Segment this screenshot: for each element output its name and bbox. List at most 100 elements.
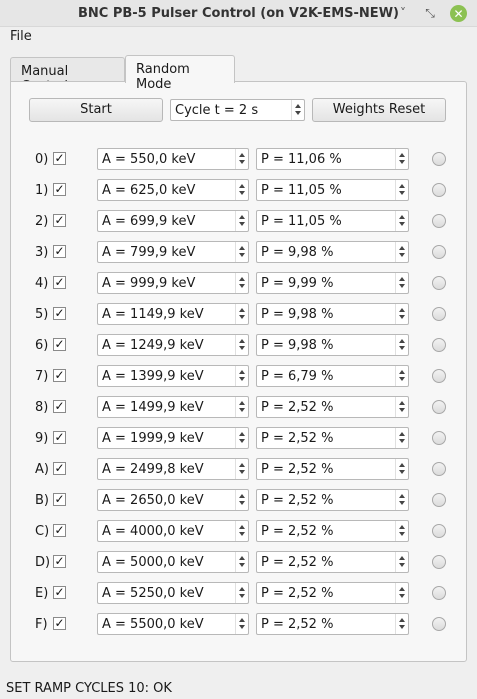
tab-random-mode[interactable]: Random Mode [125,55,235,92]
spin-down-icon[interactable] [399,439,405,443]
tab-manual-control[interactable]: Manual Control [10,57,125,94]
spin-arrows[interactable] [395,149,408,169]
spin-up-icon[interactable] [399,246,405,250]
spin-down-icon[interactable] [239,253,245,257]
probability-spinbox[interactable]: P = 2,52 % [256,396,409,418]
amplitude-spinbox[interactable]: A = 1499,9 keV [97,396,249,418]
spin-down-icon[interactable] [399,563,405,567]
spin-up-icon[interactable] [239,463,245,467]
channel-indicator-radio[interactable] [432,307,446,321]
spin-up-icon[interactable] [399,401,405,405]
cycle-time-spinbox[interactable]: Cycle t = 2 s [170,99,305,121]
probability-spinbox[interactable]: P = 11,05 % [256,210,409,232]
spin-up-icon[interactable] [239,339,245,343]
spin-up-icon[interactable] [399,184,405,188]
spin-up-icon[interactable] [399,277,405,281]
channel-enable-checkbox[interactable]: ✓ [53,524,66,537]
amplitude-spinbox[interactable]: A = 4000,0 keV [97,520,249,542]
spin-down-icon[interactable] [239,222,245,226]
spin-up-icon[interactable] [239,308,245,312]
channel-indicator-radio[interactable] [432,617,446,631]
channel-indicator-radio[interactable] [432,493,446,507]
probability-spinbox[interactable]: P = 2,52 % [256,551,409,573]
spin-down-icon[interactable] [399,408,405,412]
spin-down-icon[interactable] [399,377,405,381]
channel-enable-checkbox[interactable]: ✓ [53,400,66,413]
channel-enable-checkbox[interactable]: ✓ [53,369,66,382]
spin-arrows[interactable] [395,552,408,572]
channel-indicator-radio[interactable] [432,555,446,569]
spin-arrows[interactable] [235,273,248,293]
probability-spinbox[interactable]: P = 2,52 % [256,427,409,449]
channel-indicator-radio[interactable] [432,214,446,228]
spin-down-icon[interactable] [239,470,245,474]
spin-down-icon[interactable] [239,160,245,164]
spin-arrows[interactable] [235,304,248,324]
spin-down-icon[interactable] [239,191,245,195]
amplitude-spinbox[interactable]: A = 2499,8 keV [97,458,249,480]
spin-arrows[interactable] [395,366,408,386]
spin-down-icon[interactable] [239,346,245,350]
spin-arrows[interactable] [235,583,248,603]
channel-indicator-radio[interactable] [432,183,446,197]
amplitude-spinbox[interactable]: A = 550,0 keV [97,148,249,170]
channel-indicator-radio[interactable] [432,462,446,476]
spin-down-icon[interactable] [399,191,405,195]
spin-down-icon[interactable] [399,532,405,536]
spin-up-icon[interactable] [399,618,405,622]
channel-enable-checkbox[interactable]: ✓ [53,214,66,227]
amplitude-spinbox[interactable]: A = 2650,0 keV [97,489,249,511]
channel-enable-checkbox[interactable]: ✓ [53,462,66,475]
spin-arrows[interactable] [235,180,248,200]
spin-up-icon[interactable] [239,587,245,591]
channel-indicator-radio[interactable] [432,276,446,290]
probability-spinbox[interactable]: P = 2,52 % [256,520,409,542]
channel-indicator-radio[interactable] [432,152,446,166]
spin-down-icon[interactable] [399,346,405,350]
spin-up-icon[interactable] [239,556,245,560]
spin-up-icon[interactable] [399,556,405,560]
spin-down-icon[interactable] [239,501,245,505]
spin-down-icon[interactable] [399,160,405,164]
spin-arrows[interactable] [395,428,408,448]
spin-up-icon[interactable] [399,432,405,436]
spin-arrows[interactable] [395,304,408,324]
spin-down-icon[interactable] [239,315,245,319]
spin-up-icon[interactable] [399,308,405,312]
spin-up-icon[interactable] [239,370,245,374]
channel-enable-checkbox[interactable]: ✓ [53,245,66,258]
spin-up-icon[interactable] [239,246,245,250]
spin-down-icon[interactable] [295,111,301,115]
spin-arrows[interactable] [395,242,408,262]
amplitude-spinbox[interactable]: A = 699,9 keV [97,210,249,232]
spin-arrows[interactable] [235,242,248,262]
channel-enable-checkbox[interactable]: ✓ [53,152,66,165]
spin-arrows[interactable] [395,614,408,634]
spin-down-icon[interactable] [399,284,405,288]
channel-enable-checkbox[interactable]: ✓ [53,338,66,351]
probability-spinbox[interactable]: P = 11,06 % [256,148,409,170]
spin-arrows[interactable] [235,490,248,510]
channel-enable-checkbox[interactable]: ✓ [53,555,66,568]
spin-arrows[interactable] [395,490,408,510]
spin-arrows[interactable] [235,366,248,386]
spin-up-icon[interactable] [239,401,245,405]
spin-up-icon[interactable] [239,618,245,622]
spin-down-icon[interactable] [239,377,245,381]
probability-spinbox[interactable]: P = 2,52 % [256,613,409,635]
probability-spinbox[interactable]: P = 11,05 % [256,179,409,201]
spin-arrows[interactable] [235,149,248,169]
spin-down-icon[interactable] [399,594,405,598]
spin-up-icon[interactable] [295,104,301,108]
minimize-icon[interactable]: ˅ [395,5,411,21]
spin-arrows[interactable] [235,428,248,448]
spin-up-icon[interactable] [239,432,245,436]
spin-arrows[interactable] [291,100,304,120]
amplitude-spinbox[interactable]: A = 1999,9 keV [97,427,249,449]
spin-up-icon[interactable] [399,587,405,591]
amplitude-spinbox[interactable]: A = 1399,9 keV [97,365,249,387]
spin-arrows[interactable] [235,614,248,634]
spin-down-icon[interactable] [239,594,245,598]
spin-up-icon[interactable] [399,525,405,529]
spin-up-icon[interactable] [239,184,245,188]
